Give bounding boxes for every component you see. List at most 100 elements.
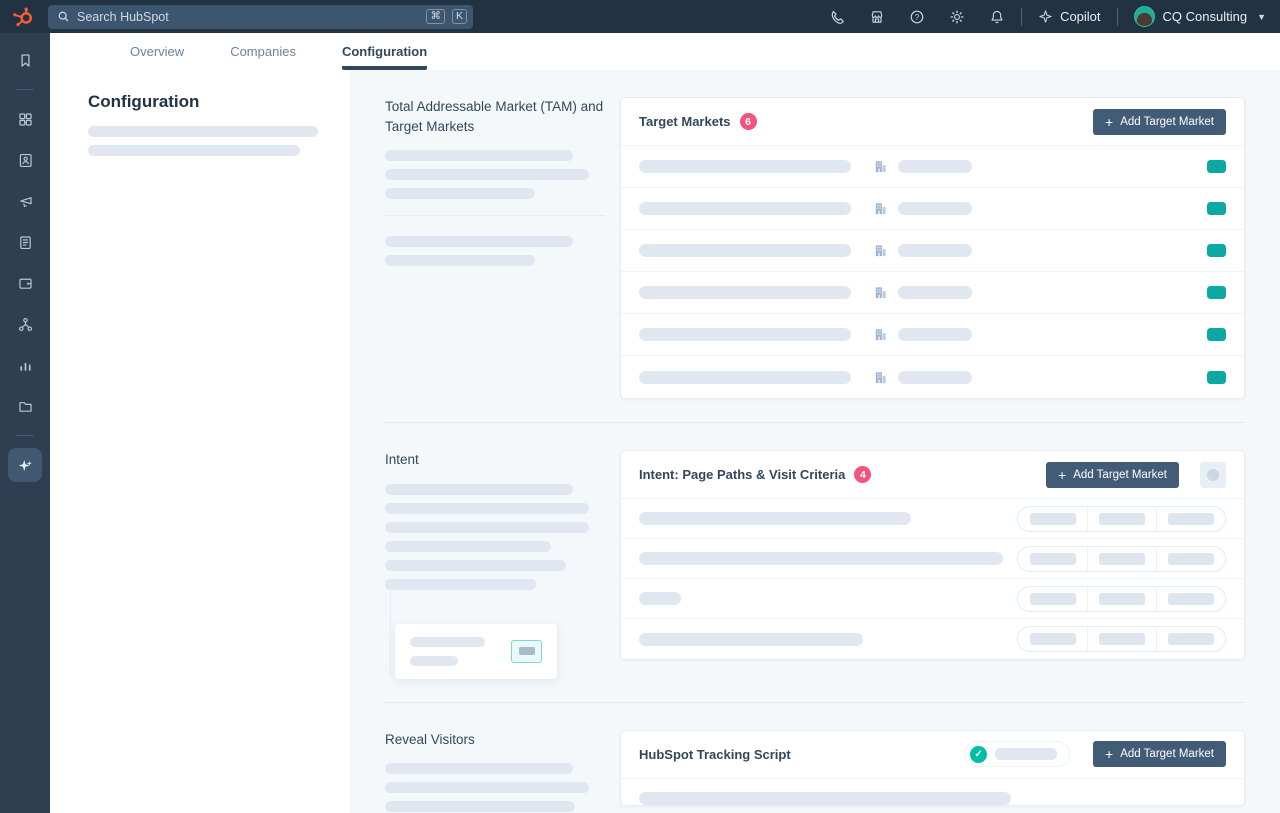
target-market-row bbox=[621, 230, 1244, 272]
wallet-icon bbox=[17, 275, 34, 292]
search-placeholder: Search HubSpot bbox=[77, 10, 419, 24]
contacts-icon bbox=[17, 152, 34, 169]
phone-icon[interactable] bbox=[828, 8, 845, 25]
intent-row bbox=[621, 539, 1244, 579]
company-icon bbox=[873, 243, 888, 258]
skeleton-bar bbox=[898, 160, 972, 173]
hubspot-logo[interactable] bbox=[10, 5, 36, 29]
section-heading: Intent bbox=[385, 450, 605, 470]
status-toggle[interactable] bbox=[1207, 328, 1226, 341]
tab-configuration[interactable]: Configuration bbox=[342, 33, 427, 70]
section-divider bbox=[385, 702, 1245, 703]
pill-cell bbox=[1087, 587, 1156, 611]
tab-companies[interactable]: Companies bbox=[230, 33, 296, 70]
skeleton-bar bbox=[1099, 633, 1145, 645]
org-chart-icon bbox=[17, 316, 34, 333]
company-icon bbox=[873, 201, 888, 216]
sidebar-item-bookmarks[interactable] bbox=[8, 43, 42, 77]
sidebar-item-content[interactable] bbox=[8, 225, 42, 259]
account-menu[interactable]: CQ Consulting ▼ bbox=[1134, 6, 1266, 27]
sidebar-item-breeze[interactable] bbox=[8, 448, 42, 482]
sidebar-item-automations[interactable] bbox=[8, 307, 42, 341]
plus-icon: + bbox=[1105, 115, 1113, 129]
section-reveal-visitors: Reveal Visitors HubSpot Tracking Script … bbox=[385, 730, 1245, 813]
pill-cell bbox=[1156, 547, 1225, 571]
skeleton-bar bbox=[88, 126, 318, 137]
skeleton-bar bbox=[898, 328, 972, 341]
skeleton-bar bbox=[410, 637, 485, 647]
marketplace-icon[interactable] bbox=[868, 8, 885, 25]
sidebar-item-files[interactable] bbox=[8, 389, 42, 423]
search-input[interactable]: Search HubSpot ⌘ K bbox=[48, 5, 473, 29]
sidebar-item-marketing[interactable] bbox=[8, 184, 42, 218]
skeleton-bar bbox=[1099, 513, 1145, 525]
card-title: Target Markets bbox=[639, 114, 731, 129]
skeleton-bar bbox=[639, 792, 1011, 805]
status-toggle[interactable] bbox=[1207, 286, 1226, 299]
skeleton-bar bbox=[639, 328, 851, 341]
add-target-market-button[interactable]: +Add Target Market bbox=[1046, 462, 1179, 488]
intent-row bbox=[621, 499, 1244, 539]
chevron-down-icon: ▼ bbox=[1257, 12, 1266, 22]
copilot-button[interactable]: Copilot bbox=[1038, 9, 1100, 24]
tab-bar: Overview Companies Configuration bbox=[50, 33, 1280, 70]
placeholder-circle-icon bbox=[1207, 469, 1219, 481]
shortcut-cmd-key: ⌘ bbox=[426, 9, 445, 24]
sidebar-item-crm[interactable] bbox=[8, 143, 42, 177]
connector-line bbox=[390, 582, 391, 678]
skeleton-bar bbox=[385, 255, 535, 266]
target-market-row bbox=[621, 356, 1244, 398]
help-icon[interactable]: ? bbox=[908, 8, 925, 25]
skeleton-bar bbox=[898, 286, 972, 299]
panel-skeleton-group bbox=[88, 126, 315, 156]
add-target-market-button[interactable]: +Add Target Market bbox=[1093, 741, 1226, 767]
skeleton-bar bbox=[519, 647, 535, 655]
skeleton-bar bbox=[898, 371, 972, 384]
skeleton-bar bbox=[385, 763, 573, 774]
shortcut-k-key: K bbox=[452, 9, 467, 24]
card-options-button[interactable] bbox=[1200, 462, 1226, 488]
skeleton-bar bbox=[385, 484, 573, 495]
add-target-market-button[interactable]: +Add Target Market bbox=[1093, 109, 1226, 135]
skeleton-bar bbox=[639, 286, 851, 299]
criteria-pill-group bbox=[1017, 546, 1226, 572]
skeleton-bar bbox=[385, 150, 573, 161]
pill-cell bbox=[1018, 627, 1087, 651]
company-icon bbox=[873, 370, 888, 385]
criteria-pill-group bbox=[1017, 586, 1226, 612]
sidebar-item-workspaces[interactable] bbox=[8, 102, 42, 136]
company-icon bbox=[873, 327, 888, 342]
card-title: HubSpot Tracking Script bbox=[639, 747, 791, 762]
plus-icon: + bbox=[1058, 468, 1066, 482]
status-toggle[interactable] bbox=[1207, 160, 1226, 173]
skeleton-bar bbox=[1099, 553, 1145, 565]
pill-cell bbox=[1018, 547, 1087, 571]
skeleton-bar bbox=[639, 552, 1003, 565]
left-column-divider bbox=[385, 215, 605, 216]
skeleton-bar bbox=[88, 145, 300, 156]
mini-action-button[interactable] bbox=[511, 640, 542, 663]
status-toggle[interactable] bbox=[1207, 371, 1226, 384]
skeleton-bar bbox=[410, 656, 458, 666]
company-icon bbox=[873, 159, 888, 174]
status-toggle[interactable] bbox=[1207, 244, 1226, 257]
notifications-icon[interactable] bbox=[988, 8, 1005, 25]
intent-popover-card bbox=[395, 624, 557, 679]
search-icon bbox=[57, 10, 70, 23]
sidebar-item-commerce[interactable] bbox=[8, 266, 42, 300]
sidebar-item-reporting[interactable] bbox=[8, 348, 42, 382]
skeleton-bar bbox=[1030, 633, 1076, 645]
criteria-pill-group bbox=[1017, 626, 1226, 652]
section-divider bbox=[385, 422, 1245, 423]
target-market-row bbox=[621, 188, 1244, 230]
settings-icon[interactable] bbox=[948, 8, 965, 25]
tab-overview[interactable]: Overview bbox=[130, 33, 184, 70]
skeleton-bar bbox=[898, 202, 972, 215]
pill-cell bbox=[1156, 507, 1225, 531]
skeleton-bar bbox=[1030, 513, 1076, 525]
status-toggle[interactable] bbox=[1207, 202, 1226, 215]
pill-cell bbox=[1087, 627, 1156, 651]
clipboard-icon bbox=[17, 234, 34, 251]
skeleton-bar bbox=[639, 592, 681, 605]
grid-icon bbox=[17, 111, 34, 128]
